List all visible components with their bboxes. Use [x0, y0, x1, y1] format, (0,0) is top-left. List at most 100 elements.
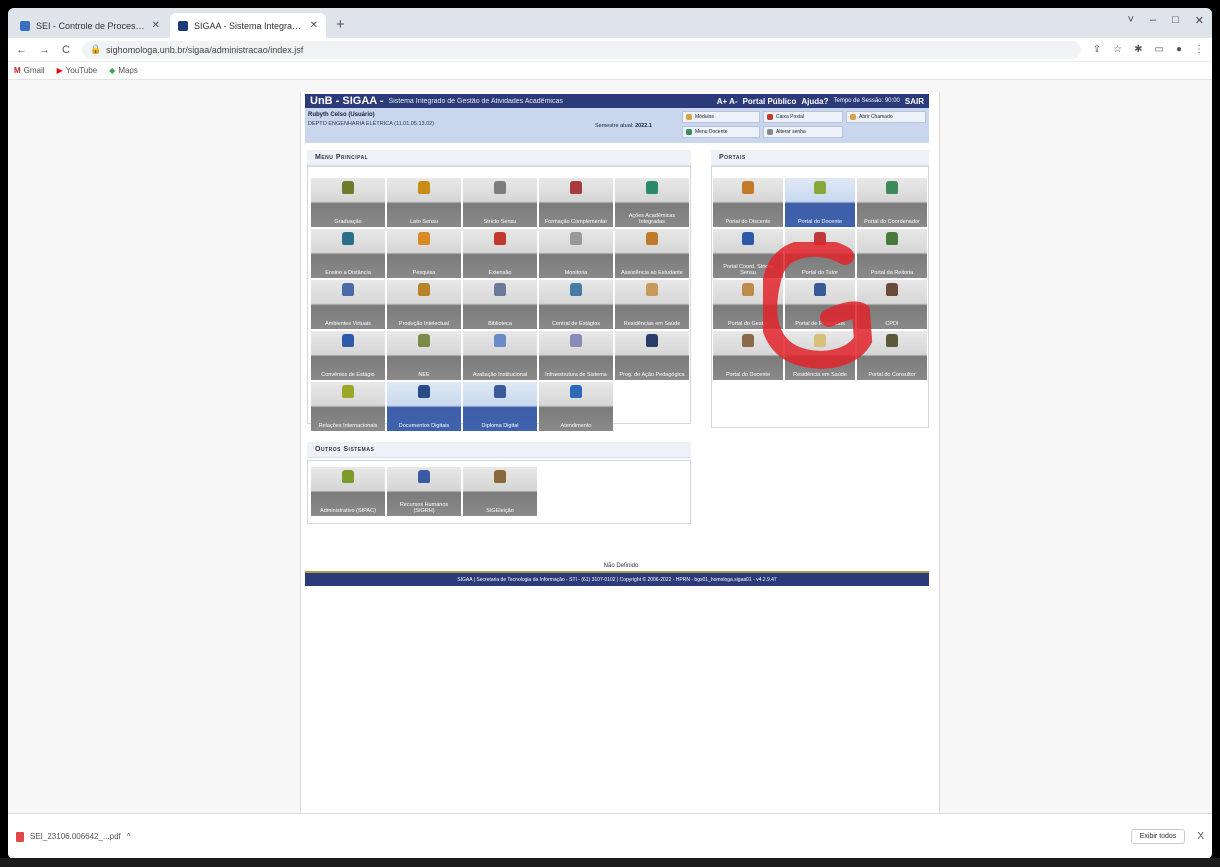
menu-icon[interactable]: ⋮: [1194, 44, 1204, 55]
tab-close-icon[interactable]: ✕: [152, 20, 160, 31]
red-circle-annotation: [763, 242, 873, 369]
sair-link[interactable]: SAIR: [905, 97, 924, 106]
alterar-senha-button[interactable]: Alterar senha: [763, 126, 843, 138]
module-tile[interactable]: Produção Intelectual: [387, 280, 461, 329]
module-tile[interactable]: Pesquisa: [387, 229, 461, 278]
module-tile[interactable]: Graduação: [311, 178, 385, 227]
address-bar[interactable]: 🔒 sighomologa.unb.br/sigaa/administracao…: [81, 40, 1081, 59]
menu-docente-button[interactable]: Menu Docente: [682, 126, 760, 138]
chevron-up-icon[interactable]: ^: [127, 832, 131, 841]
download-item[interactable]: SEI_23106.006642_...pdf ^: [16, 831, 131, 842]
tab-sigaa[interactable]: SIGAA - Sistema Integrado de G ✕: [170, 13, 326, 38]
system-label: SIGEleição: [486, 508, 514, 514]
module-label: Monitoria: [564, 270, 588, 276]
module-tile[interactable]: Relações Internacionais: [311, 382, 385, 431]
module-tile[interactable]: Diploma Digital: [463, 382, 537, 431]
bookmark-youtube[interactable]: ▶ YouTube: [57, 66, 98, 75]
portal-icon: [742, 232, 754, 245]
portal-label: Portal do Discente: [725, 219, 771, 225]
module-tile[interactable]: Biblioteca: [463, 280, 537, 329]
modules-icon: [686, 114, 692, 120]
modulos-button[interactable]: Módulos: [682, 111, 760, 123]
module-tile[interactable]: Formação Complementar: [539, 178, 613, 227]
abrir-chamado-button[interactable]: Abrir Chamado: [846, 111, 926, 123]
alterar-senha-label: Alterar senha: [776, 129, 806, 135]
portal-label: Portal do Docente: [725, 372, 771, 378]
portal-tile[interactable]: Portal do Coordenador: [857, 178, 927, 227]
system-tile[interactable]: Recursos Humanos (SIGRH): [387, 467, 461, 516]
tab-sei[interactable]: SEI - Controle de Processos ✕: [12, 13, 168, 38]
system-label: Recursos Humanos (SIGRH): [399, 502, 449, 514]
forward-icon[interactable]: →: [39, 44, 50, 56]
ajuda-link[interactable]: Ajuda?: [801, 97, 828, 106]
system-icon: [342, 470, 354, 483]
portal-icon: [742, 181, 754, 194]
nao-definido-text: Não Definido: [603, 563, 639, 569]
outros-sistemas-grid: Administrativo (SIPAC) Recursos Humanos (…: [311, 467, 537, 516]
semester-label: Semestre atual:: [595, 123, 634, 129]
module-tile[interactable]: Central de Estágios: [539, 280, 613, 329]
show-all-button[interactable]: Exibir todos: [1130, 829, 1186, 844]
tab-bar: SEI - Controle de Processos ✕ SIGAA - Si…: [8, 8, 1212, 38]
module-tile[interactable]: Atendimento: [539, 382, 613, 431]
star-icon[interactable]: ☆: [1113, 44, 1122, 55]
module-tile[interactable]: Extensão: [463, 229, 537, 278]
system-tile[interactable]: Administrativo (SIPAC): [311, 467, 385, 516]
module-tile[interactable]: Ações Acadêmicas Integradas: [615, 178, 689, 227]
portal-icon: [742, 334, 754, 347]
module-tile[interactable]: Convênios de Estágio: [311, 331, 385, 380]
sigaa-footer: SIGAA | Secretaria de Tecnologia da Info…: [305, 571, 929, 586]
font-size-controls[interactable]: A+ A-: [717, 97, 738, 106]
close-window-button[interactable]: ✕: [1195, 14, 1204, 27]
bookmark-label: YouTube: [65, 66, 98, 75]
module-tile[interactable]: Ambientes Virtuais: [311, 280, 385, 329]
module-icon: [494, 334, 506, 347]
sigaa-logo[interactable]: UnB - SIGAA -: [310, 95, 384, 107]
reload-icon[interactable]: C: [62, 44, 70, 56]
module-icon: [342, 283, 354, 296]
module-icon: [570, 181, 582, 194]
module-tile[interactable]: Monitoria: [539, 229, 613, 278]
portal-tile[interactable]: Portal do Docente: [785, 178, 855, 227]
system-tile[interactable]: SIGEleição: [463, 467, 537, 516]
system-icon: [418, 470, 430, 483]
module-tile[interactable]: Assistência ao Estudante: [615, 229, 689, 278]
portal-tile[interactable]: Portal do Discente: [713, 178, 783, 227]
module-tile[interactable]: Stricto Sensu: [463, 178, 537, 227]
new-tab-button[interactable]: +: [328, 13, 353, 38]
window-controls: ˅ – □ ✕: [1128, 14, 1204, 27]
module-icon: [570, 385, 582, 398]
bookmark-maps[interactable]: ◆ Maps: [109, 66, 138, 75]
module-tile[interactable]: Prog. de Ação Pedagógica: [615, 331, 689, 380]
module-tile[interactable]: Ensino a Distância: [311, 229, 385, 278]
module-tile[interactable]: Infraestrutura de Sistema: [539, 331, 613, 380]
tab-title: SIGAA - Sistema Integrado de G: [194, 20, 304, 31]
share-icon[interactable]: ⇪: [1093, 44, 1101, 55]
minimize-button[interactable]: –: [1150, 14, 1156, 27]
tab-close-icon[interactable]: ✕: [310, 20, 318, 31]
module-tile[interactable]: Lato Sensu: [387, 178, 461, 227]
browser-window: SEI - Controle de Processos ✕ SIGAA - Si…: [8, 8, 1212, 859]
portal-publico-link[interactable]: Portal Público: [743, 97, 797, 106]
tab-search-icon[interactable]: ˅: [1128, 14, 1134, 27]
download-filename: SEI_23106.006642_...pdf: [30, 832, 121, 841]
profile-icon[interactable]: ●: [1176, 44, 1182, 55]
modulos-label: Módulos: [695, 114, 714, 120]
module-tile[interactable]: Avaliação Institucional: [463, 331, 537, 380]
module-label: Diploma Digital: [481, 423, 519, 429]
module-tile[interactable]: NEE: [387, 331, 461, 380]
sidepanel-icon[interactable]: ▭: [1155, 44, 1164, 55]
module-icon: [418, 232, 430, 245]
module-tile[interactable]: Documentos Digitais: [387, 382, 461, 431]
sigaa-favicon-icon: [178, 20, 188, 31]
close-downloads-button[interactable]: X: [1197, 831, 1204, 842]
ticket-icon: [850, 114, 856, 120]
extensions-icon[interactable]: ✱: [1134, 44, 1142, 55]
caixa-postal-button[interactable]: Caixa Postal: [763, 111, 843, 123]
bookmark-gmail[interactable]: M Gmail: [14, 66, 45, 75]
maximize-button[interactable]: □: [1172, 14, 1179, 27]
module-label: Produção Intelectual: [398, 321, 450, 327]
sigaa-header: UnB - SIGAA - Sistema Integrado de Gestã…: [305, 94, 929, 108]
module-tile[interactable]: Residências em Saúde: [615, 280, 689, 329]
back-icon[interactable]: ←: [16, 44, 27, 56]
